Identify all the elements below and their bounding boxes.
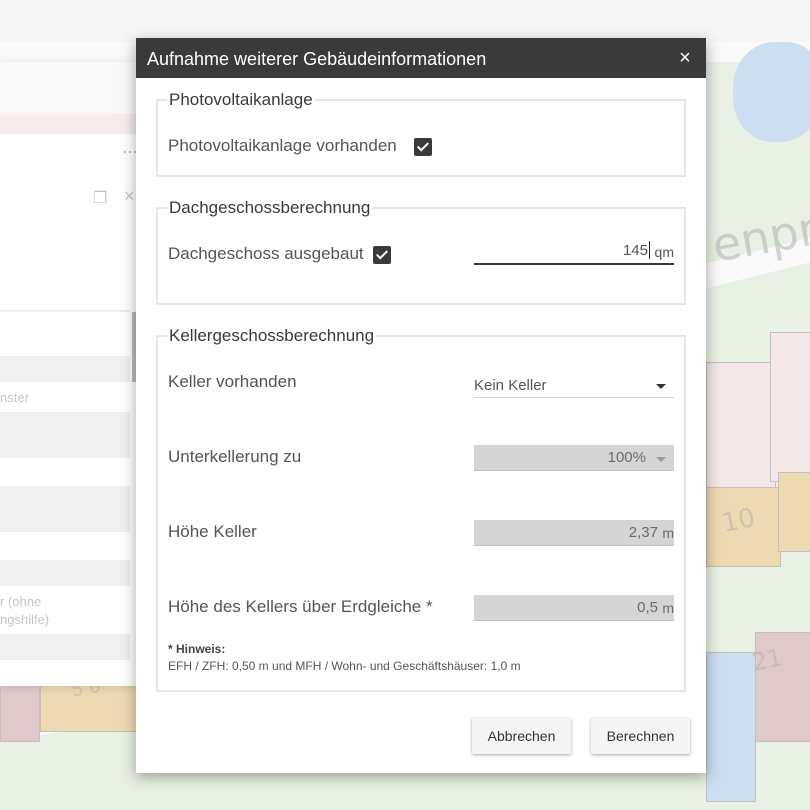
dachgeschoss-checkbox[interactable] — [373, 246, 391, 264]
photovoltaik-label: Photovoltaikanlage vorhanden — [168, 136, 397, 155]
dachgeschoss-legend: Dachgeschossberechnung — [169, 198, 371, 217]
area-unit: qm — [654, 244, 674, 260]
keller-legend: Kellergeschossberechnung — [169, 326, 375, 345]
keller-vorhanden-label: Keller vorhanden — [168, 372, 297, 391]
dachgeschoss-area-input[interactable]: 145 qm — [474, 239, 674, 265]
photovoltaik-legend: Photovoltaikanlage — [169, 90, 313, 109]
unterkellerung-value: 100% — [607, 449, 646, 466]
hoehe-ueber-erd-value: 0,5 — [637, 599, 658, 616]
dialog-header: Aufnahme weiterer Gebäudeinformationen × — [136, 38, 706, 78]
hint-text: EFH / ZFH: 0,50 m und MFH / Wohn- und Ge… — [168, 659, 521, 673]
unterkellerung-select: 100% — [474, 445, 674, 471]
close-icon[interactable]: × — [674, 46, 696, 70]
dachgeschoss-label: Dachgeschoss ausgebaut — [168, 244, 364, 263]
keller-vorhanden-value: Kein Keller — [474, 377, 547, 394]
hint-title: * Hinweis: — [168, 642, 226, 656]
keller-group: Kellergeschossberechnung Keller vorhande… — [156, 326, 686, 692]
calculate-button[interactable]: Berechnen — [591, 718, 690, 754]
hoehe-keller-unit: m — [662, 525, 674, 541]
cancel-button[interactable]: Abbrechen — [472, 718, 571, 754]
hoehe-ueber-erd-input: 0,5 m — [474, 595, 674, 621]
text-cursor — [649, 241, 650, 259]
photovoltaik-checkbox[interactable] — [414, 138, 432, 156]
hoehe-ueber-erd-unit: m — [662, 600, 674, 616]
photovoltaik-group: Photovoltaikanlage Photovoltaikanlage vo… — [156, 90, 686, 177]
chevron-down-icon — [656, 384, 666, 389]
hoehe-keller-value: 2,37 — [628, 524, 658, 541]
hoehe-keller-label: Höhe Keller — [168, 522, 257, 541]
dialog-title: Aufnahme weiterer Gebäudeinformationen — [147, 49, 487, 69]
building-info-dialog: Aufnahme weiterer Gebäudeinformationen ×… — [136, 38, 706, 773]
unterkellerung-label: Unterkellerung zu — [168, 447, 302, 466]
hoehe-ueber-erd-label: Höhe des Kellers über Erdgleiche * — [168, 597, 433, 616]
hoehe-keller-input: 2,37 m — [474, 520, 674, 546]
area-value: 145 — [622, 242, 648, 259]
dachgeschoss-group: Dachgeschossberechnung Dachgeschoss ausg… — [156, 198, 686, 305]
keller-vorhanden-select[interactable]: Kein Keller — [474, 374, 674, 398]
chevron-down-icon — [656, 457, 666, 462]
